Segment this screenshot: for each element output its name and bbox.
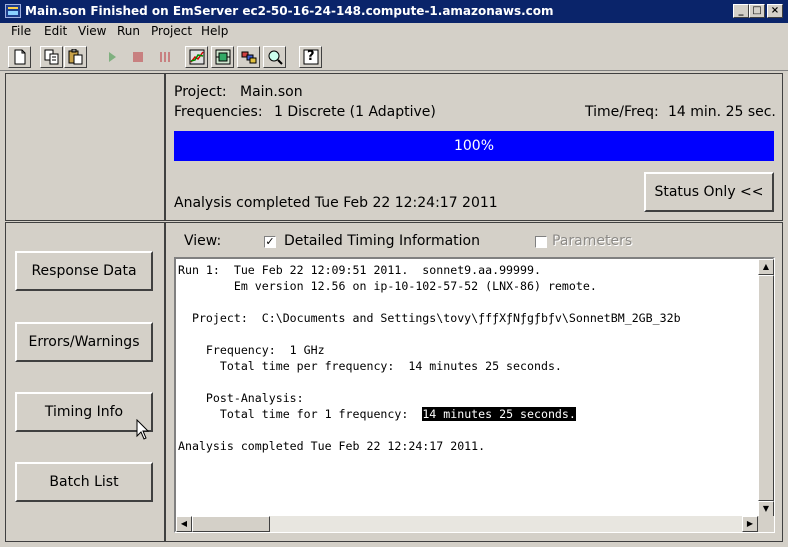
help-button[interactable]: ? bbox=[299, 46, 322, 68]
detailed-timing-label: Detailed Timing Information bbox=[284, 233, 480, 249]
log-line: Project: C:\Documents and Settings\tovy\… bbox=[178, 311, 681, 325]
left-top-panel bbox=[5, 73, 165, 221]
log-line: Em version 12.56 on ip-10-102-57-52 (LNX… bbox=[178, 279, 597, 293]
scroll-left-button[interactable]: ◀ bbox=[176, 516, 192, 532]
horizontal-scroll-thumb[interactable] bbox=[192, 516, 270, 532]
log-line: Total time for 1 frequency: bbox=[178, 407, 423, 421]
menu-edit-label: Edit bbox=[44, 24, 68, 38]
mouse-cursor-icon bbox=[136, 419, 150, 440]
layout-icon bbox=[241, 51, 257, 64]
layout-view-button[interactable] bbox=[237, 46, 260, 68]
timing-log-text: Run 1: Tue Feb 22 12:09:51 2011. sonnet9… bbox=[178, 262, 681, 454]
paste-button[interactable] bbox=[64, 46, 87, 68]
menu-help-label: Help bbox=[201, 24, 229, 38]
paste-icon bbox=[68, 49, 83, 65]
time-freq-label: Time/Freq: bbox=[585, 104, 659, 120]
menu-help[interactable]: Help bbox=[201, 24, 228, 38]
status-only-button[interactable]: Status Only << bbox=[644, 172, 774, 212]
menu-run-label: Run bbox=[117, 24, 141, 38]
play-icon bbox=[109, 52, 116, 62]
menu-edit[interactable]: Edit bbox=[44, 24, 67, 38]
log-line: Post-Analysis: bbox=[178, 391, 304, 405]
current-density-button[interactable] bbox=[211, 46, 234, 68]
batch-list-button[interactable]: Batch List bbox=[15, 462, 153, 502]
time-freq-value: 14 min. 25 sec. bbox=[668, 104, 776, 120]
menu-project-label: Project bbox=[151, 24, 193, 38]
menu-file-label: File bbox=[11, 24, 32, 38]
scroll-right-button[interactable]: ▶ bbox=[742, 516, 758, 532]
timing-info-button[interactable]: Timing Info bbox=[15, 392, 153, 432]
vertical-scroll-thumb[interactable] bbox=[758, 275, 774, 501]
scroll-down-button[interactable]: ▼ bbox=[758, 501, 774, 517]
response-plot-button[interactable] bbox=[185, 46, 208, 68]
magnifier-icon bbox=[268, 50, 283, 65]
frequencies-label: Frequencies: bbox=[174, 104, 263, 120]
analysis-completed-text: Analysis completed Tue Feb 22 12:24:17 2… bbox=[174, 195, 498, 211]
menu-view[interactable]: View bbox=[78, 24, 106, 38]
vertical-scrollbar[interactable]: ▲ ▼ bbox=[758, 259, 774, 517]
log-line: Total time per frequency: 14 minutes 25 … bbox=[178, 359, 562, 373]
menu-view-label: View bbox=[78, 24, 107, 38]
stop-button[interactable] bbox=[126, 46, 149, 68]
graph-icon bbox=[189, 49, 205, 65]
project-value: Main.son bbox=[240, 84, 303, 100]
maximize-button[interactable]: □ bbox=[749, 4, 765, 18]
log-line: Frequency: 1 GHz bbox=[178, 343, 325, 357]
detailed-timing-checkbox[interactable]: ✓ bbox=[264, 236, 276, 248]
menu-project[interactable]: Project bbox=[151, 24, 192, 38]
toolbar: ? bbox=[0, 43, 788, 71]
scrollbar-corner bbox=[758, 516, 774, 532]
run-button[interactable] bbox=[100, 46, 123, 68]
app-icon bbox=[5, 4, 21, 18]
minimize-button[interactable]: _ bbox=[733, 4, 749, 18]
parameters-checkbox[interactable] bbox=[535, 236, 547, 248]
emgraph-button[interactable] bbox=[263, 46, 286, 68]
errors-warnings-button[interactable]: Errors/Warnings bbox=[15, 322, 153, 362]
copy-button[interactable] bbox=[40, 46, 63, 68]
timing-log-text-area[interactable]: Run 1: Tue Feb 22 12:09:51 2011. sonnet9… bbox=[174, 257, 775, 533]
frequencies-value: 1 Discrete (1 Adaptive) bbox=[274, 104, 436, 120]
new-file-icon bbox=[14, 49, 26, 65]
menu-bar: File Edit View Run Project Help bbox=[0, 23, 788, 41]
pause-button[interactable] bbox=[152, 46, 175, 68]
progress-bar: 100% bbox=[174, 131, 774, 161]
close-button[interactable]: × bbox=[767, 4, 783, 18]
pause-icon bbox=[160, 52, 170, 62]
copy-icon bbox=[44, 49, 59, 65]
response-data-button[interactable]: Response Data bbox=[15, 251, 153, 291]
scroll-up-button[interactable]: ▲ bbox=[758, 259, 774, 275]
parameters-label: Parameters bbox=[552, 233, 633, 249]
project-label: Project: bbox=[174, 84, 227, 100]
help-label: ? bbox=[307, 49, 315, 64]
menu-run[interactable]: Run bbox=[117, 24, 140, 38]
log-line: Run 1: Tue Feb 22 12:09:51 2011. sonnet9… bbox=[178, 263, 541, 277]
menu-file[interactable]: File bbox=[11, 24, 31, 38]
horizontal-scrollbar[interactable]: ◀ ▶ bbox=[176, 516, 758, 532]
stop-icon bbox=[133, 52, 143, 62]
new-file-button[interactable] bbox=[8, 46, 31, 68]
window-title: Main.son Finished on EmServer ec2-50-16-… bbox=[25, 4, 554, 18]
view-label: View: bbox=[184, 233, 222, 249]
circuit-icon bbox=[215, 49, 231, 65]
log-line: Analysis completed Tue Feb 22 12:24:17 2… bbox=[178, 439, 486, 453]
selected-text: 14 minutes 25 seconds. bbox=[422, 407, 576, 421]
title-bar[interactable]: Main.son Finished on EmServer ec2-50-16-… bbox=[0, 0, 788, 23]
